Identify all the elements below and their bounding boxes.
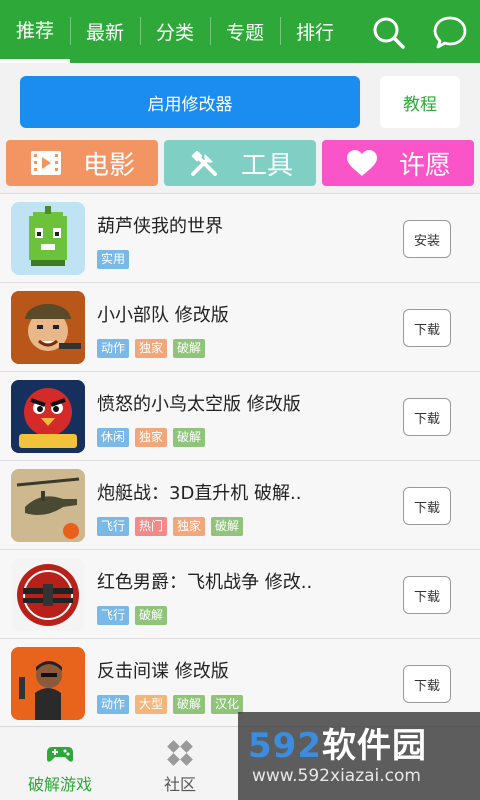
app-tags: 休闲 独家 破解 [97, 428, 206, 447]
top-nav-bar: 推荐 最新 分类 专题 排行 [0, 0, 480, 63]
tab-categories[interactable]: 分类 [140, 0, 210, 63]
tag-badge: 休闲 [97, 428, 130, 447]
bottom-tab-community[interactable]: 社区 [120, 727, 240, 800]
category-movie-button[interactable]: 电影 [6, 140, 158, 186]
tab-ranking[interactable]: 排行 [280, 0, 350, 63]
enable-modifier-button[interactable]: 启用修改器 [20, 76, 360, 128]
download-button[interactable]: 下载 [403, 576, 451, 614]
tag-badge: 实用 [97, 250, 130, 269]
app-title: 反击间谍 修改版 [97, 661, 229, 682]
tag-badge: 大型 [135, 695, 168, 714]
download-button[interactable]: 下载 [403, 665, 451, 703]
category-wish-button[interactable]: 许愿 [322, 140, 474, 186]
category-movie-label: 电影 [82, 150, 135, 181]
bottom-tab-label: 破解游戏 [27, 775, 92, 794]
chat-icon[interactable] [432, 14, 468, 50]
category-tools-button[interactable]: 工具 [164, 140, 316, 186]
tab-topics[interactable]: 专题 [210, 0, 280, 63]
app-tags: 飞行 热门 独家 破解 [97, 517, 244, 536]
watermark-url: www.592xiazai.com [252, 766, 421, 786]
tutorial-button[interactable]: 教程 [380, 76, 460, 128]
tag-badge: 破解 [173, 339, 206, 358]
community-icon [167, 740, 193, 766]
app-icon-red-baron [11, 558, 85, 631]
app-tags: 动作 大型 破解 汉化 [97, 695, 244, 714]
app-icon-counter-spy [11, 647, 85, 720]
list-item[interactable]: 葫芦侠我的世界 实用 安装 [0, 193, 480, 282]
top-tabs: 推荐 最新 分类 专题 排行 [0, 0, 350, 63]
tag-badge: 飞行 [97, 606, 130, 625]
tag-badge: 热门 [135, 517, 168, 536]
category-tools-label: 工具 [240, 150, 293, 181]
heart-icon [346, 150, 377, 176]
app-title: 炮艇战：3D直升机 破解.. [97, 483, 302, 504]
search-icon[interactable] [370, 14, 406, 50]
app-icon-tiny-troopers [11, 291, 85, 364]
tab-recommended[interactable]: 推荐 [0, 0, 70, 63]
tools-icon [190, 150, 217, 176]
app-icon-melon-minecraft [11, 202, 85, 275]
app-title: 小小部队 修改版 [97, 305, 229, 326]
tag-badge: 破解 [173, 428, 206, 447]
watermark-overlay: 592软件园 www.592xiazai.com [238, 712, 480, 800]
tab-latest[interactable]: 最新 [70, 0, 140, 63]
list-item[interactable]: 小小部队 修改版 动作 独家 破解 下载 [0, 282, 480, 371]
list-item[interactable]: 炮艇战：3D直升机 破解.. 飞行 热门 独家 破解 下载 [0, 460, 480, 549]
watermark-text: 软件园 [321, 726, 427, 766]
film-icon [30, 151, 61, 175]
app-tags: 飞行 破解 [97, 606, 168, 625]
tag-badge: 破解 [135, 606, 168, 625]
category-wish-label: 许愿 [398, 150, 451, 181]
tag-badge: 独家 [135, 428, 168, 447]
app-title: 愤怒的小鸟太空版 修改版 [97, 394, 301, 415]
download-button[interactable]: 下载 [403, 309, 451, 347]
tag-badge: 破解 [211, 517, 244, 536]
list-item[interactable]: 愤怒的小鸟太空版 修改版 休闲 独家 破解 下载 [0, 371, 480, 460]
bottom-tab-label: 社区 [163, 775, 196, 794]
tag-badge: 动作 [97, 695, 130, 714]
list-item[interactable]: 红色男爵：飞机战争 修改.. 飞行 破解 下载 [0, 549, 480, 638]
app-title: 红色男爵：飞机战争 修改.. [97, 572, 313, 593]
app-title: 葫芦侠我的世界 [97, 216, 223, 237]
tag-badge: 破解 [173, 695, 206, 714]
download-button[interactable]: 下载 [403, 487, 451, 525]
watermark-number: 592 [248, 726, 322, 766]
tag-badge: 飞行 [97, 517, 130, 536]
tag-badge: 动作 [97, 339, 130, 358]
download-button[interactable]: 下载 [403, 398, 451, 436]
app-icon-gunship-helicopter [11, 469, 85, 542]
gamepad-icon [47, 747, 73, 762]
app-tags: 实用 [97, 250, 130, 269]
watermark-brand: 592软件园 [248, 718, 427, 767]
app-tags: 动作 独家 破解 [97, 339, 206, 358]
install-button[interactable]: 安装 [403, 220, 451, 258]
tag-badge: 独家 [173, 517, 206, 536]
app-icon-angry-birds-space [11, 380, 85, 453]
bottom-tab-cracked-games[interactable]: 破解游戏 [0, 727, 120, 800]
tag-badge: 独家 [135, 339, 168, 358]
